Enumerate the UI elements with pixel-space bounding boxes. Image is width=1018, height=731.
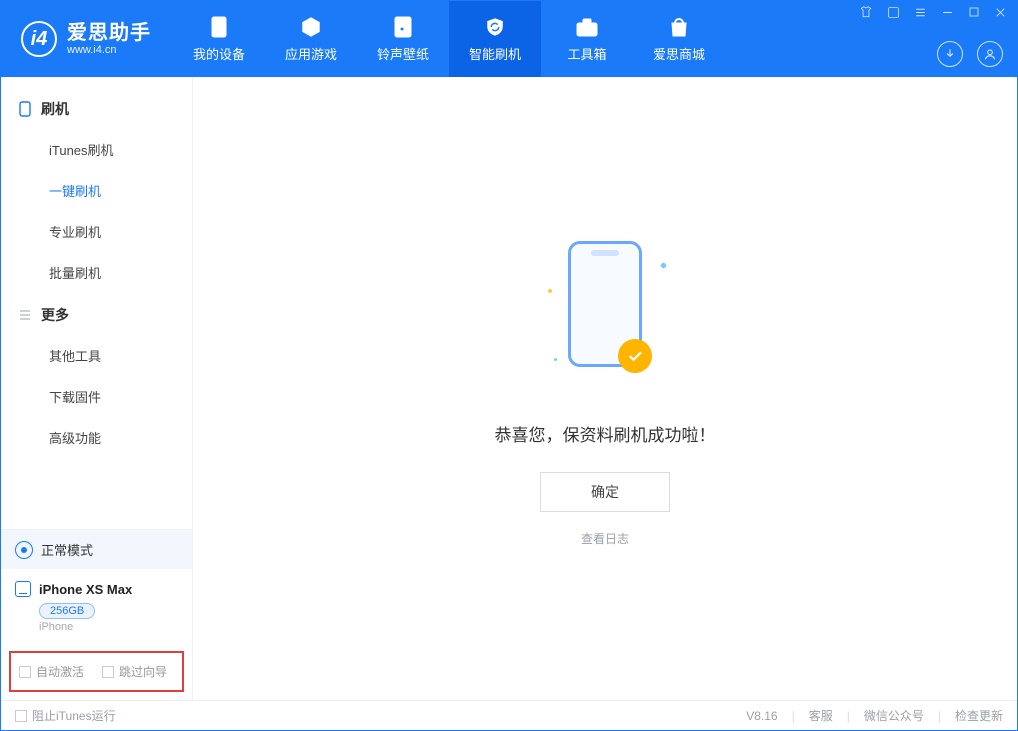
sidebar-item-pro-flash[interactable]: 专业刷机 — [1, 211, 192, 252]
checkbox-icon — [15, 710, 27, 722]
maximize-button[interactable] — [968, 6, 980, 18]
nav-toolbox[interactable]: 工具箱 — [541, 1, 633, 77]
device-mode[interactable]: 正常模式 — [1, 530, 192, 569]
spark-icon — [547, 288, 553, 294]
link-wechat[interactable]: 微信公众号 — [864, 707, 924, 724]
checkbox-icon — [19, 666, 31, 678]
sidebar-item-itunes-flash[interactable]: iTunes刷机 — [1, 129, 192, 170]
user-icon[interactable] — [977, 41, 1003, 67]
main-content: 恭喜您，保资料刷机成功啦！ 确定 查看日志 — [193, 77, 1017, 700]
checkbox-block-itunes[interactable]: 阻止iTunes运行 — [15, 707, 116, 724]
sidebar-scroll: 刷机 iTunes刷机 一键刷机 专业刷机 批量刷机 更多 其他工具 下载固件 … — [1, 77, 192, 529]
spark-icon — [660, 261, 667, 268]
download-icon[interactable] — [937, 41, 963, 67]
brand-text: 爱思助手 www.i4.cn — [67, 22, 151, 56]
sidebar-item-batch-flash[interactable]: 批量刷机 — [1, 252, 192, 293]
app-body: 刷机 iTunes刷机 一键刷机 专业刷机 批量刷机 更多 其他工具 下载固件 … — [1, 77, 1017, 700]
device-panel: 正常模式 iPhone XS Max 256GB iPhone 自动激活 跳过向… — [1, 529, 192, 700]
view-log-link[interactable]: 查看日志 — [495, 530, 716, 547]
checkbox-icon — [102, 666, 114, 678]
sidebar-item-advanced[interactable]: 高级功能 — [1, 417, 192, 458]
sidebar-item-oneclick-flash[interactable]: 一键刷机 — [1, 170, 192, 211]
sidebar-item-other-tools[interactable]: 其他工具 — [1, 335, 192, 376]
sidebar-group-more: 更多 — [1, 293, 192, 335]
statusbar-left: 阻止iTunes运行 — [15, 707, 116, 724]
close-button[interactable] — [994, 6, 1007, 19]
spark-icon — [554, 358, 557, 361]
separator: | — [792, 709, 795, 723]
result-title: 恭喜您，保资料刷机成功啦！ — [495, 421, 716, 446]
nav-ringtone-wallpaper[interactable]: 铃声壁纸 — [357, 1, 449, 77]
brand-block: i4 爱思助手 www.i4.cn — [1, 1, 169, 77]
tshirt-icon[interactable] — [859, 5, 873, 19]
ok-button[interactable]: 确定 — [540, 472, 670, 512]
window-controls — [859, 5, 1007, 19]
phone-icon — [19, 101, 33, 117]
nav-label: 工具箱 — [567, 44, 606, 63]
success-illustration — [530, 241, 680, 391]
top-nav: 我的设备 应用游戏 铃声壁纸 智能刷机 工具箱 — [173, 1, 725, 77]
titlebar-actions — [937, 41, 1007, 67]
nav-label: 爱思商城 — [653, 44, 705, 63]
device-capacity: 256GB — [39, 603, 95, 619]
checkbox-auto-activate[interactable]: 自动激活 — [19, 663, 84, 680]
success-check-icon — [618, 339, 652, 373]
nav-smart-flash[interactable]: 智能刷机 — [449, 1, 541, 77]
sidebar-item-download-firmware[interactable]: 下载固件 — [1, 376, 192, 417]
sidebar-group-flash: 刷机 — [1, 87, 192, 129]
brand-name: 爱思助手 — [67, 22, 151, 44]
device-icon — [208, 16, 230, 38]
statusbar-right: V8.16 | 客服 | 微信公众号 | 检查更新 — [746, 707, 1003, 724]
flash-options-highlight: 自动激活 跳过向导 — [9, 651, 184, 692]
titlebar-right — [859, 1, 1007, 77]
menu-icon[interactable] — [914, 6, 927, 19]
refresh-shield-icon — [484, 16, 506, 38]
nav-store[interactable]: 爱思商城 — [633, 1, 725, 77]
music-note-icon — [392, 16, 414, 38]
device-name: iPhone XS Max — [39, 582, 132, 597]
link-check-update[interactable]: 检查更新 — [955, 707, 1003, 724]
nav-label: 应用游戏 — [285, 44, 337, 63]
minimize-button[interactable] — [941, 6, 954, 19]
separator: | — [847, 709, 850, 723]
nav-label: 智能刷机 — [469, 44, 521, 63]
sidebar-group-title: 更多 — [41, 305, 69, 325]
version-label: V8.16 — [746, 709, 777, 723]
sidebar: 刷机 iTunes刷机 一键刷机 专业刷机 批量刷机 更多 其他工具 下载固件 … — [1, 77, 193, 700]
link-support[interactable]: 客服 — [809, 707, 833, 724]
list-icon — [19, 309, 33, 321]
bag-icon — [668, 16, 690, 38]
nav-label: 铃声壁纸 — [377, 44, 429, 63]
title-bar: i4 爱思助手 www.i4.cn 我的设备 应用游戏 铃声壁纸 — [1, 1, 1017, 77]
nav-my-device[interactable]: 我的设备 — [173, 1, 265, 77]
cube-icon — [300, 16, 322, 38]
device-info[interactable]: iPhone XS Max 256GB iPhone — [1, 569, 192, 643]
checkbox-label: 跳过向导 — [119, 663, 167, 680]
feedback-icon[interactable] — [887, 6, 900, 19]
device-mode-label: 正常模式 — [41, 540, 93, 559]
nav-label: 我的设备 — [193, 44, 245, 63]
checkbox-skip-guide[interactable]: 跳过向导 — [102, 663, 167, 680]
brand-url: www.i4.cn — [67, 44, 151, 56]
status-bar: 阻止iTunes运行 V8.16 | 客服 | 微信公众号 | 检查更新 — [1, 700, 1017, 730]
logo-icon: i4 — [21, 21, 57, 57]
mode-indicator-icon — [15, 541, 33, 559]
device-type: iPhone — [39, 621, 178, 633]
separator: | — [938, 709, 941, 723]
device-small-icon — [15, 581, 31, 597]
sidebar-group-title: 刷机 — [41, 99, 69, 119]
checkbox-label: 自动激活 — [36, 663, 84, 680]
checkbox-label: 阻止iTunes运行 — [32, 707, 116, 724]
nav-apps-games[interactable]: 应用游戏 — [265, 1, 357, 77]
toolbox-icon — [576, 16, 598, 38]
flash-result: 恭喜您，保资料刷机成功啦！ 确定 查看日志 — [495, 231, 716, 547]
